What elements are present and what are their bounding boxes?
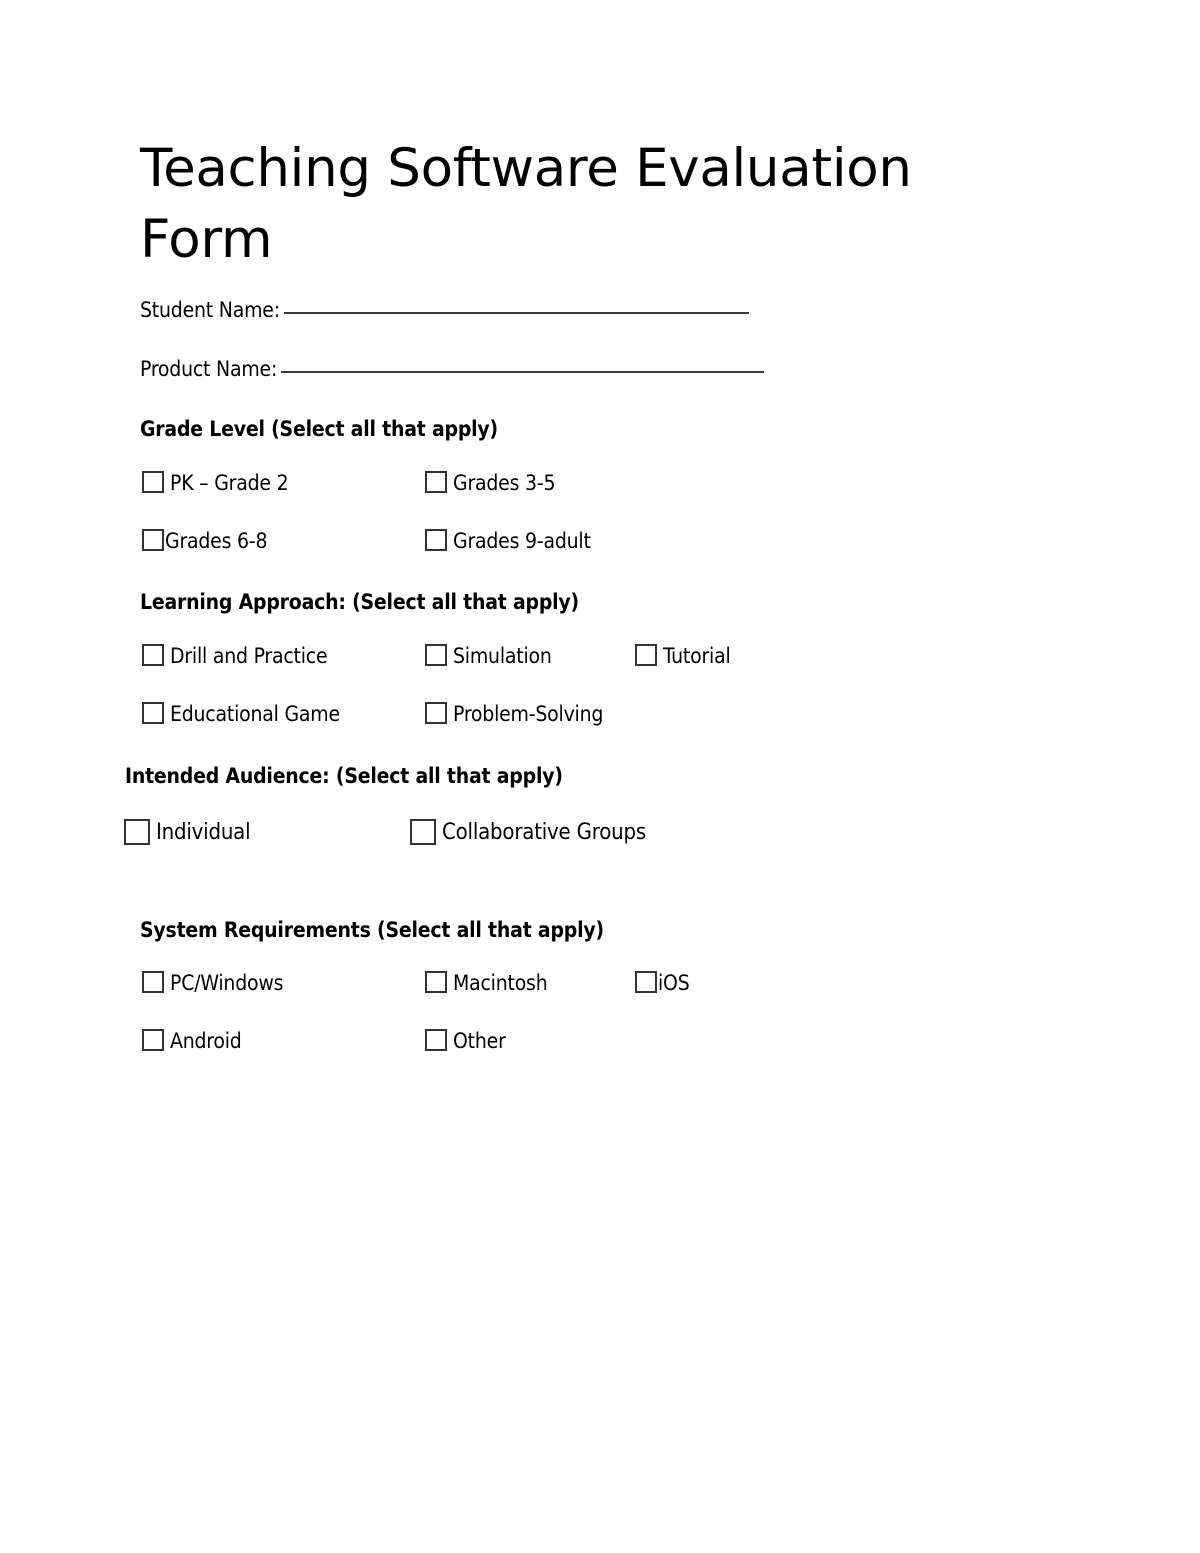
product-name-field-row: Product Name: bbox=[140, 357, 765, 381]
checkbox-label-macintosh: Macintosh bbox=[453, 970, 548, 995]
checkbox-option-educational-game[interactable]: Educational Game bbox=[142, 702, 340, 724]
checkbox-option-android[interactable]: Android bbox=[142, 1029, 242, 1051]
checkbox-option-macintosh[interactable]: Macintosh bbox=[425, 970, 548, 995]
checkbox-label-individual: Individual bbox=[156, 820, 251, 845]
product-name-input[interactable] bbox=[281, 371, 765, 373]
section-heading-intended-audience: Intended Audience: (Select all that appl… bbox=[125, 764, 563, 788]
checkbox-label-simulation: Simulation bbox=[453, 643, 552, 668]
checkbox-option-pc-windows[interactable]: PC/Windows bbox=[142, 971, 283, 993]
checkbox-grades-3-5[interactable] bbox=[425, 471, 447, 493]
checkbox-option-other[interactable]: Other bbox=[425, 1029, 506, 1051]
checkbox-pc-windows[interactable] bbox=[142, 971, 164, 993]
checkbox-collaborative-groups[interactable] bbox=[410, 819, 436, 845]
checkbox-label-other: Other bbox=[453, 1028, 506, 1053]
checkbox-option-tutorial[interactable]: Tutorial bbox=[635, 644, 731, 666]
checkbox-option-pk-grade-2[interactable]: PK – Grade 2 bbox=[142, 470, 289, 495]
checkbox-label-grades-6-8: Grades 6-8 bbox=[165, 528, 268, 553]
checkbox-android[interactable] bbox=[142, 1029, 164, 1051]
checkbox-label-pk-grade-2: PK – Grade 2 bbox=[170, 470, 289, 495]
checkbox-grades-9-adult[interactable] bbox=[425, 529, 447, 551]
section-heading-system-requirements: System Requirements (Select all that app… bbox=[140, 918, 604, 942]
checkbox-pk-grade-2[interactable] bbox=[142, 471, 164, 493]
checkbox-option-grades-6-8[interactable]: Grades 6-8 bbox=[142, 528, 268, 553]
checkbox-option-problem-solving[interactable]: Problem-Solving bbox=[425, 702, 603, 724]
checkbox-problem-solving[interactable] bbox=[425, 702, 447, 724]
document-page: Teaching Software Evaluation Form Studen… bbox=[0, 0, 1200, 1553]
product-name-label: Product Name: bbox=[140, 357, 278, 381]
checkbox-other[interactable] bbox=[425, 1029, 447, 1051]
checkbox-option-simulation[interactable]: Simulation bbox=[425, 644, 552, 666]
checkbox-individual[interactable] bbox=[124, 819, 150, 845]
section-heading-grade-level: Grade Level (Select all that apply) bbox=[140, 417, 498, 441]
checkbox-option-grades-9-adult[interactable]: Grades 9-adult bbox=[425, 529, 591, 551]
checkbox-label-problem-solving: Problem-Solving bbox=[453, 701, 604, 726]
checkbox-label-ios: iOS bbox=[658, 970, 690, 995]
checkbox-educational-game[interactable] bbox=[142, 702, 164, 724]
checkbox-tutorial[interactable] bbox=[635, 644, 657, 666]
checkbox-label-drill-and-practice: Drill and Practice bbox=[170, 643, 328, 668]
checkbox-label-android: Android bbox=[170, 1028, 242, 1053]
page-title-line-1: Teaching Software Evaluation bbox=[140, 138, 912, 199]
checkbox-option-collaborative-groups[interactable]: Collaborative Groups bbox=[410, 819, 646, 845]
checkbox-label-educational-game: Educational Game bbox=[170, 701, 340, 726]
page-title: Teaching Software Evaluation Form bbox=[140, 133, 970, 275]
student-name-field-row: Student Name: bbox=[140, 298, 749, 322]
checkbox-option-individual[interactable]: Individual bbox=[124, 819, 251, 845]
student-name-label: Student Name: bbox=[140, 298, 280, 322]
checkbox-label-pc-windows: PC/Windows bbox=[170, 970, 284, 995]
checkbox-label-grades-3-5: Grades 3-5 bbox=[453, 470, 556, 495]
student-name-input[interactable] bbox=[283, 312, 749, 314]
checkbox-label-collaborative-groups: Collaborative Groups bbox=[442, 820, 646, 845]
checkbox-label-tutorial: Tutorial bbox=[663, 643, 731, 668]
checkbox-label-grades-9-adult: Grades 9-adult bbox=[453, 528, 591, 553]
checkbox-option-grades-3-5[interactable]: Grades 3-5 bbox=[425, 470, 556, 495]
checkbox-option-drill-and-practice[interactable]: Drill and Practice bbox=[142, 643, 328, 668]
checkbox-simulation[interactable] bbox=[425, 644, 447, 666]
checkbox-grades-6-8[interactable] bbox=[142, 529, 164, 551]
section-heading-learning-approach: Learning Approach: (Select all that appl… bbox=[140, 590, 579, 614]
checkbox-macintosh[interactable] bbox=[425, 971, 447, 993]
page-title-line-2: Form bbox=[140, 209, 273, 270]
checkbox-option-ios[interactable]: iOS bbox=[635, 971, 690, 993]
checkbox-ios[interactable] bbox=[635, 971, 657, 993]
checkbox-drill-and-practice[interactable] bbox=[142, 644, 164, 666]
